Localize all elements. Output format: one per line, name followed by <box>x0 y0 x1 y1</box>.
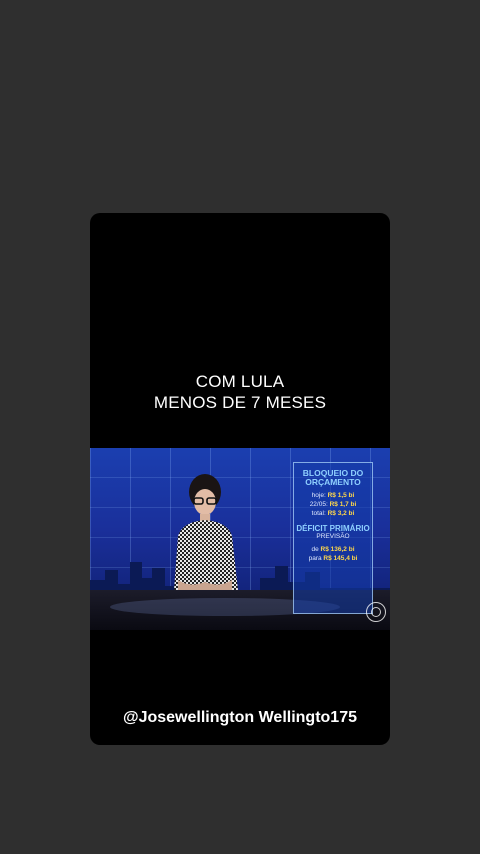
caption-line-2: MENOS DE 7 MESES <box>153 393 327 412</box>
row-label: hoje: <box>311 492 326 499</box>
row-label: de <box>311 546 319 553</box>
video-card[interactable]: COM LULA MENOS DE 7 MESES BLOQUEIO DO OR… <box>90 213 390 745</box>
row-value: R$ 136,2 bi <box>320 546 355 553</box>
row-label: para <box>308 555 322 562</box>
panel-row-today: hoje: R$ 1,5 bi <box>294 491 372 500</box>
panel-row-date: 22/05: R$ 1,7 bi <box>294 500 372 509</box>
row-label: 22/05: <box>309 501 328 508</box>
row-value: R$ 145,4 bi <box>323 555 358 562</box>
panel-row-to: para R$ 145,4 bi <box>294 554 372 563</box>
panel-row-total: total: R$ 3,2 bi <box>294 509 372 518</box>
deficit-subtitle: PREVISÃO <box>316 533 350 540</box>
globo-logo-icon <box>366 602 386 622</box>
panel-title-line-2: ORÇAMENTO <box>305 477 361 487</box>
panel-title: BLOQUEIO DO ORÇAMENTO <box>294 469 372 487</box>
row-label: total: <box>311 510 326 517</box>
info-panel: BLOQUEIO DO ORÇAMENTO hoje: R$ 1,5 bi 22… <box>293 462 373 614</box>
caption-text: COM LULA MENOS DE 7 MESES <box>90 371 390 413</box>
caption-line-1: COM LULA <box>195 372 285 391</box>
video-frame[interactable]: BLOQUEIO DO ORÇAMENTO hoje: R$ 1,5 bi 22… <box>90 448 390 630</box>
row-value: R$ 3,2 bi <box>327 510 355 517</box>
deficit-title: DÉFICIT PRIMÁRIO <box>296 524 370 533</box>
row-value: R$ 1,7 bi <box>329 501 357 508</box>
row-value: R$ 1,5 bi <box>327 492 355 499</box>
panel-row-from: de R$ 136,2 bi <box>294 545 372 554</box>
creator-handle[interactable]: @Josewellington Wellingto175 <box>90 709 390 727</box>
